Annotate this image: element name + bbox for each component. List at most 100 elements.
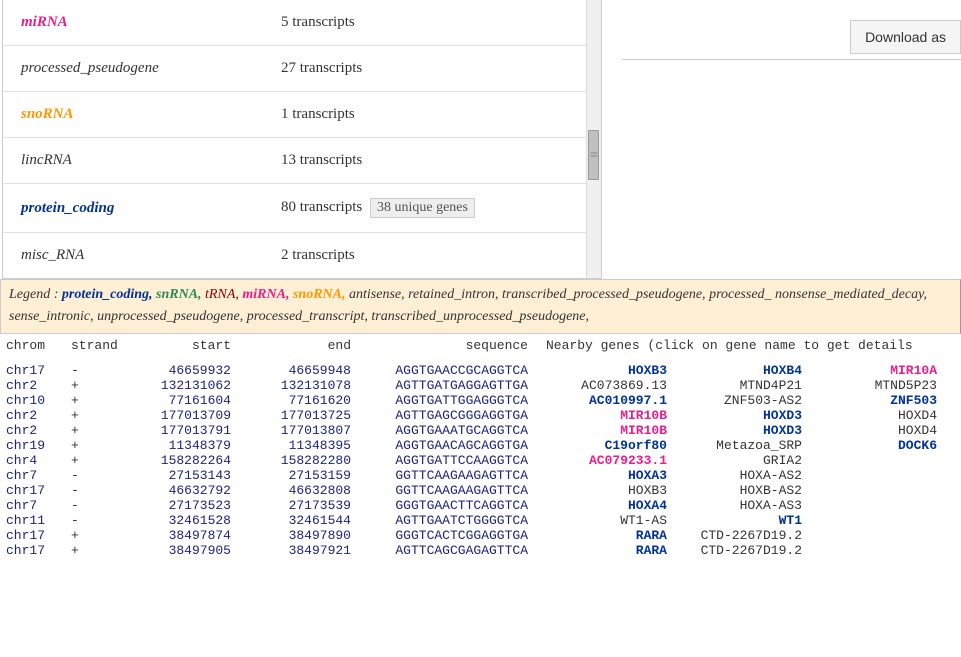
cell-sequence[interactable]: AGGTGATTCCAAGGTCA [361, 453, 546, 468]
gene-link[interactable]: MIR10B [546, 423, 681, 438]
gene-link[interactable]: HOXD3 [681, 408, 816, 423]
cell-sequence[interactable]: GGGTCACTCGGAGGTGA [361, 528, 546, 543]
gene-link[interactable]: HOXB3 [546, 483, 681, 498]
cell-strand: + [71, 528, 131, 543]
gene-link[interactable]: RARA [546, 543, 681, 558]
gene-link[interactable]: MTND4P21 [681, 378, 816, 393]
table-row: chr17+3849787438497890GGGTCACTCGGAGGTGAR… [6, 528, 955, 543]
transcript-type-label: processed_pseudogene [21, 60, 281, 77]
legend-item: processed_transcript, [247, 309, 372, 324]
table-row: chr17-4665993246659948AGGTGAACCGCAGGTCAH… [6, 363, 955, 378]
transcript-type-panel: miRNA5 transcriptsprocessed_pseudogene27… [2, 0, 602, 279]
gene-link[interactable]: HOXB3 [546, 363, 681, 378]
cell-strand: + [71, 453, 131, 468]
cell-sequence[interactable]: GGTTCAAGAAGAGTTCA [361, 468, 546, 483]
gene-link[interactable]: AC079233.1 [546, 453, 681, 468]
cell-end: 27153159 [241, 468, 361, 483]
transcript-row[interactable]: protein_coding80 transcripts 38 unique g… [3, 184, 601, 233]
gene-link[interactable]: WT1 [681, 513, 816, 528]
cell-start: 46659932 [131, 363, 241, 378]
gene-link[interactable]: HOXA3 [546, 468, 681, 483]
table-row: chr2+177013791177013807AGGTGAAATGCAGGTCA… [6, 423, 955, 438]
cell-start: 38497905 [131, 543, 241, 558]
cell-sequence[interactable]: AGTTCAGCGAGAGTTCA [361, 543, 546, 558]
legend-item: antisense, [349, 287, 408, 302]
gene-link [816, 468, 951, 483]
gene-link[interactable]: CTD-2267D19.2 [681, 543, 816, 558]
gene-link[interactable]: MIR10A [816, 363, 951, 378]
cell-start: 158282264 [131, 453, 241, 468]
gene-link[interactable]: HOXB-AS2 [681, 483, 816, 498]
cell-chrom: chr2 [6, 423, 71, 438]
gene-link[interactable]: AC073869.13 [546, 378, 681, 393]
legend-item: snoRNA, [293, 287, 349, 302]
gene-link[interactable]: MIR10B [546, 408, 681, 423]
scrollbar-track[interactable] [586, 0, 601, 278]
cell-chrom: chr7 [6, 468, 71, 483]
cell-sequence[interactable]: AGGTGAACAGCAGGTGA [361, 438, 546, 453]
cell-sequence[interactable]: AGTTGAGCGGGAGGTGA [361, 408, 546, 423]
table-row: chr17-4663279246632808GGTTCAAGAAGAGTTCAH… [6, 483, 955, 498]
gene-link[interactable]: MTND5P23 [816, 378, 951, 393]
table-row: chr2+132131062132131078AGTTGATGAGGAGTTGA… [6, 378, 955, 393]
cell-sequence[interactable]: AGGTGAAATGCAGGTCA [361, 423, 546, 438]
transcript-row[interactable]: misc_RNA2 transcripts [3, 233, 601, 278]
table-row: chr10+7716160477161620AGGTGATTGGAGGGTCAA… [6, 393, 955, 408]
cell-start: 46632792 [131, 483, 241, 498]
transcript-row[interactable]: miRNA5 transcripts [3, 0, 601, 46]
cell-sequence[interactable]: AGTTGATGAGGAGTTGA [361, 378, 546, 393]
gene-link[interactable]: ZNF503 [816, 393, 951, 408]
transcript-row[interactable]: lincRNA13 transcripts [3, 138, 601, 184]
gene-link[interactable]: CTD-2267D19.2 [681, 528, 816, 543]
gene-link[interactable]: GRIA2 [681, 453, 816, 468]
col-end: end [241, 338, 361, 353]
gene-link[interactable]: HOXD4 [816, 408, 951, 423]
cell-sequence[interactable]: GGTTCAAGAAGAGTTCA [361, 483, 546, 498]
transcript-row[interactable]: snoRNA1 transcripts [3, 92, 601, 138]
cell-chrom: chr17 [6, 363, 71, 378]
cell-strand: - [71, 483, 131, 498]
transcript-count: 5 transcripts [281, 14, 355, 31]
gene-link[interactable]: DOCK6 [816, 438, 951, 453]
gene-link [816, 513, 951, 528]
cell-sequence[interactable]: AGGTGATTGGAGGGTCA [361, 393, 546, 408]
scrollbar-thumb[interactable] [588, 130, 599, 180]
cell-chrom: chr17 [6, 543, 71, 558]
gene-link[interactable]: HOXB4 [681, 363, 816, 378]
gene-link[interactable]: C19orf80 [546, 438, 681, 453]
cell-chrom: chr17 [6, 483, 71, 498]
table-row: chr17+3849790538497921AGTTCAGCGAGAGTTCAR… [6, 543, 955, 558]
cell-sequence[interactable]: GGGTGAACTTCAGGTCA [361, 498, 546, 513]
transcript-count: 1 transcripts [281, 106, 355, 123]
transcript-row[interactable]: processed_pseudogene27 transcripts [3, 46, 601, 92]
cell-strand: - [71, 513, 131, 528]
gene-link[interactable]: HOXA-AS2 [681, 468, 816, 483]
cell-strand: + [71, 393, 131, 408]
gene-link[interactable]: ZNF503-AS2 [681, 393, 816, 408]
gene-link [816, 498, 951, 513]
legend-item: transcribed_processed_pseudogene, [502, 287, 709, 302]
cell-start: 32461528 [131, 513, 241, 528]
transcript-type-list: miRNA5 transcriptsprocessed_pseudogene27… [3, 0, 601, 278]
cell-end: 77161620 [241, 393, 361, 408]
cell-sequence[interactable]: AGTTGAATCTGGGGTCA [361, 513, 546, 528]
col-strand: strand [71, 338, 131, 353]
gene-link[interactable]: Metazoa_SRP [681, 438, 816, 453]
transcript-type-label: snoRNA [21, 106, 281, 123]
col-start: start [131, 338, 241, 353]
legend-item: tRNA, [205, 287, 242, 302]
gene-link[interactable]: RARA [546, 528, 681, 543]
gene-link[interactable]: HOXA4 [546, 498, 681, 513]
cell-end: 27173539 [241, 498, 361, 513]
gene-link[interactable]: HOXD3 [681, 423, 816, 438]
gene-link[interactable]: HOXD4 [816, 423, 951, 438]
gene-link[interactable]: AC010997.1 [546, 393, 681, 408]
transcript-count: 13 transcripts [281, 152, 362, 169]
transcript-count: 27 transcripts [281, 60, 362, 77]
gene-link[interactable]: HOXA-AS3 [681, 498, 816, 513]
gene-link[interactable]: WT1-AS [546, 513, 681, 528]
col-chrom: chrom [6, 338, 71, 353]
unique-genes-badge: 38 unique genes [370, 198, 475, 218]
cell-sequence[interactable]: AGGTGAACCGCAGGTCA [361, 363, 546, 378]
download-button[interactable]: Download as [850, 20, 961, 54]
